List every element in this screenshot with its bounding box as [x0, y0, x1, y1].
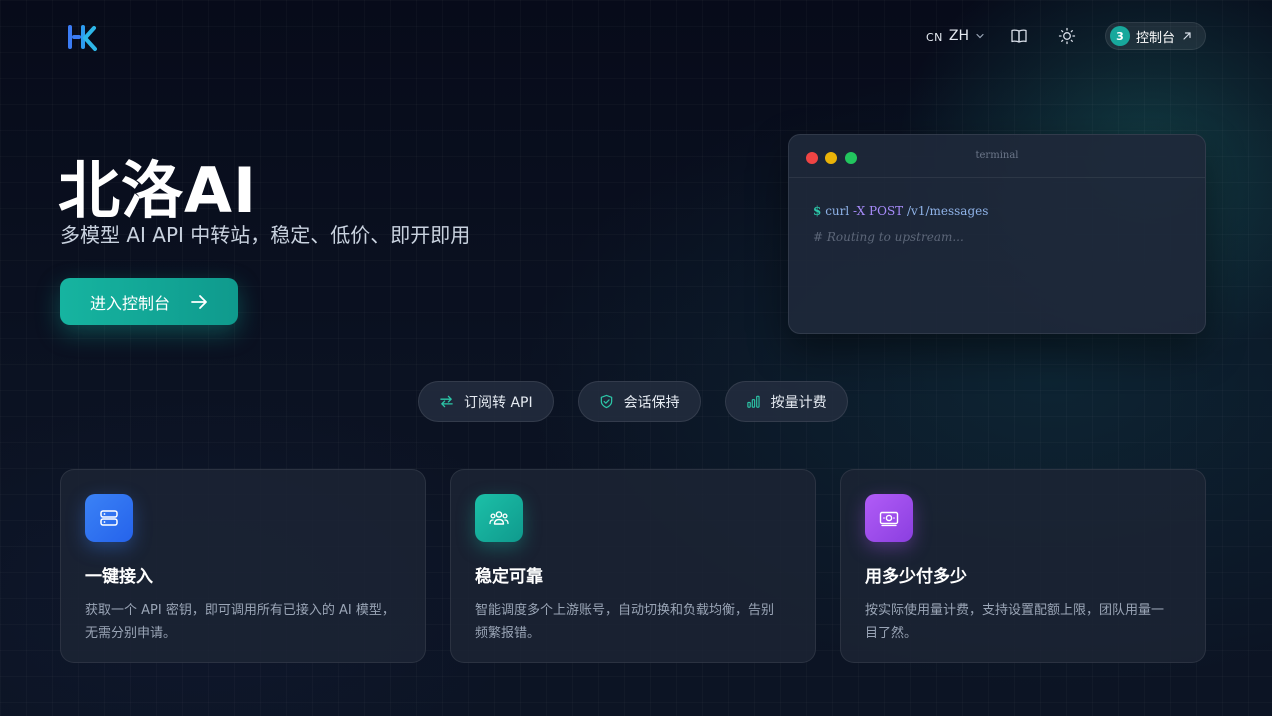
- card-description: 按实际使用量计费，支持设置配额上限，团队用量一目了然。: [865, 603, 1165, 641]
- card-description: 智能调度多个上游账号，自动切换和负载均衡，告别频繁报错。: [475, 603, 775, 641]
- card-title: 一键接入: [85, 567, 153, 587]
- bar-chart-icon: [746, 395, 760, 408]
- terminal-command-line: $ curl -X POST /v1/messages: [813, 204, 1181, 218]
- terminal-prompt: $: [813, 204, 822, 218]
- money-icon: [865, 494, 913, 542]
- cta-label: 进入控制台: [89, 293, 170, 313]
- logo-icon[interactable]: [66, 22, 98, 52]
- arrow-right-icon: [191, 294, 207, 309]
- feature-cards: 一键接入 获取一个 API 密钥，即可调用所有已接入的 AI 模型，无需分别申请…: [60, 469, 1206, 663]
- book-icon[interactable]: [1009, 26, 1029, 46]
- swap-arrows-icon: [440, 395, 453, 408]
- card-pay-as-you-go: 用多少付多少 按实际使用量计费，支持设置配额上限，团队用量一目了然。: [840, 469, 1206, 663]
- chip-label: 订阅转 API: [464, 394, 533, 411]
- card-stable-reliable: 稳定可靠 智能调度多个上游账号，自动切换和负载均衡，告别频繁报错。: [450, 469, 816, 663]
- sun-icon[interactable]: [1057, 26, 1077, 46]
- hero-subtitle: 多模型 AI API 中转站，稳定、低价、即开即用: [60, 223, 471, 247]
- card-title: 用多少付多少: [865, 567, 967, 587]
- hero-title: 北洛AI: [58, 154, 258, 227]
- enter-console-button[interactable]: 进入控制台: [60, 278, 238, 325]
- terminal-flag: -X POST: [853, 204, 904, 218]
- terminal-title: terminal: [975, 150, 1019, 161]
- terminal-path: /v1/messages: [907, 204, 989, 218]
- feature-chips: 订阅转 API 会话保持 按量计费: [418, 381, 848, 422]
- users-icon: [475, 494, 523, 542]
- shield-check-icon: [600, 394, 612, 409]
- chip-session-keep[interactable]: 会话保持: [577, 381, 701, 422]
- language-switcher[interactable]: CN ZH: [926, 28, 985, 44]
- chip-pay-per-use[interactable]: 按量计费: [724, 381, 848, 422]
- language-code: CN: [925, 31, 943, 44]
- chip-subscription-api[interactable]: 订阅转 API: [418, 381, 554, 422]
- terminal-comment: # Routing to upstream...: [813, 230, 964, 244]
- language-label: ZH: [948, 28, 969, 44]
- terminal-command: curl: [825, 204, 850, 218]
- terminal-window: terminal $ curl -X POST /v1/messages # R…: [788, 134, 1206, 334]
- terminal-titlebar: terminal: [789, 135, 1205, 178]
- chip-label: 按量计费: [770, 394, 827, 411]
- card-description: 获取一个 API 密钥，即可调用所有已接入的 AI 模型，无需分别申请。: [85, 603, 395, 641]
- chevron-down-icon: [976, 33, 984, 39]
- terminal-body: $ curl -X POST /v1/messages # Routing to…: [789, 178, 1205, 244]
- console-badge: 3: [1109, 26, 1130, 46]
- card-title: 稳定可靠: [475, 567, 543, 587]
- external-arrow-icon: [1183, 32, 1191, 40]
- console-label: 控制台: [1135, 30, 1175, 46]
- chip-label: 会话保持: [623, 394, 680, 411]
- card-one-click-access: 一键接入 获取一个 API 密钥，即可调用所有已接入的 AI 模型，无需分别申请…: [60, 469, 426, 663]
- console-button[interactable]: 3 控制台: [1104, 22, 1206, 50]
- server-icon: [85, 494, 133, 542]
- top-nav: CN ZH 3 控制台: [926, 22, 1206, 50]
